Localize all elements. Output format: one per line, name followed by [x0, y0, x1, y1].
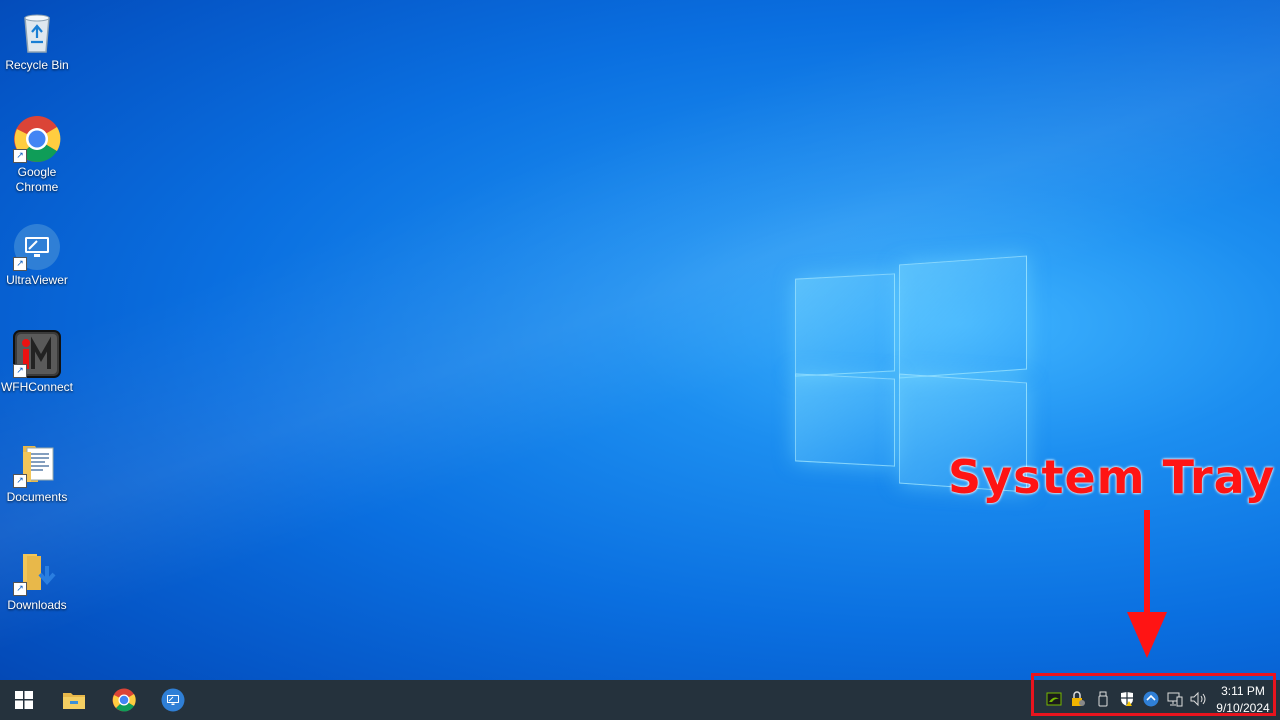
desktop-icon-documents[interactable]: ↗ Documents [0, 440, 74, 505]
desktop-icon-label: Google Chrome [15, 165, 59, 194]
clock-time: 3:11 PM [1221, 684, 1265, 698]
taskbar-clock[interactable]: 3:11 PM 9/10/2024 [1212, 683, 1274, 717]
wallpaper [0, 0, 1280, 720]
downloads-folder-icon: ↗ [13, 548, 61, 596]
desktop-icon-downloads[interactable]: ↗ Downloads [0, 548, 74, 613]
nvidia-icon[interactable] [1045, 690, 1063, 708]
usb-drive-icon[interactable] [1094, 690, 1112, 708]
taskbar-ultraviewer-button[interactable] [149, 680, 197, 720]
desktop-icon-google-chrome[interactable]: ↗ Google Chrome [0, 115, 74, 195]
windows-start-icon [15, 691, 33, 709]
wfhconnect-icon: ↗ [13, 330, 61, 378]
volume-icon[interactable] [1190, 690, 1208, 708]
taskbar-chrome-button[interactable] [100, 680, 148, 720]
ultraviewer-tray-icon[interactable] [1142, 690, 1160, 708]
shortcut-arrow-icon: ↗ [13, 149, 27, 163]
clock-date: 9/10/2024 [1216, 701, 1270, 715]
network-icon[interactable] [1166, 690, 1184, 708]
file-explorer-icon [63, 693, 85, 709]
desktop-icon-wfhconnect[interactable]: ↗ WFHConnect [0, 330, 74, 395]
documents-folder-icon: ↗ [13, 440, 61, 488]
desktop-icon-recycle-bin[interactable]: Recycle Bin [0, 8, 74, 73]
desktop-icon-label: UltraViewer [6, 273, 68, 287]
recycle-bin-icon [13, 8, 61, 56]
desktop-icon-label: WFHConnect [0, 380, 74, 394]
ultraviewer-icon: ↗ [13, 223, 61, 271]
shortcut-arrow-icon: ↗ [13, 582, 27, 596]
annotation-arrow-head [1127, 612, 1167, 658]
shortcut-arrow-icon: ↗ [13, 257, 27, 271]
annotation-arrow [1144, 510, 1150, 628]
shortcut-arrow-icon: ↗ [13, 364, 27, 378]
chrome-icon: ↗ [13, 115, 61, 163]
security-warning-icon[interactable] [1118, 690, 1136, 708]
vpn-lock-icon[interactable] [1069, 690, 1087, 708]
shortcut-arrow-icon: ↗ [13, 474, 27, 488]
start-button[interactable] [0, 680, 48, 720]
system-tray-annotation-label: System Tray [948, 450, 1276, 504]
desktop-icon-label: Documents [6, 490, 68, 504]
ultraviewer-icon [161, 688, 185, 712]
chrome-icon [112, 688, 136, 712]
desktop-icon-ultraviewer[interactable]: ↗ UltraViewer [0, 223, 74, 288]
desktop-icon-label: Recycle Bin [5, 58, 69, 72]
taskbar-file-explorer-button[interactable] [50, 680, 98, 720]
desktop-icon-label: Downloads [7, 598, 67, 612]
